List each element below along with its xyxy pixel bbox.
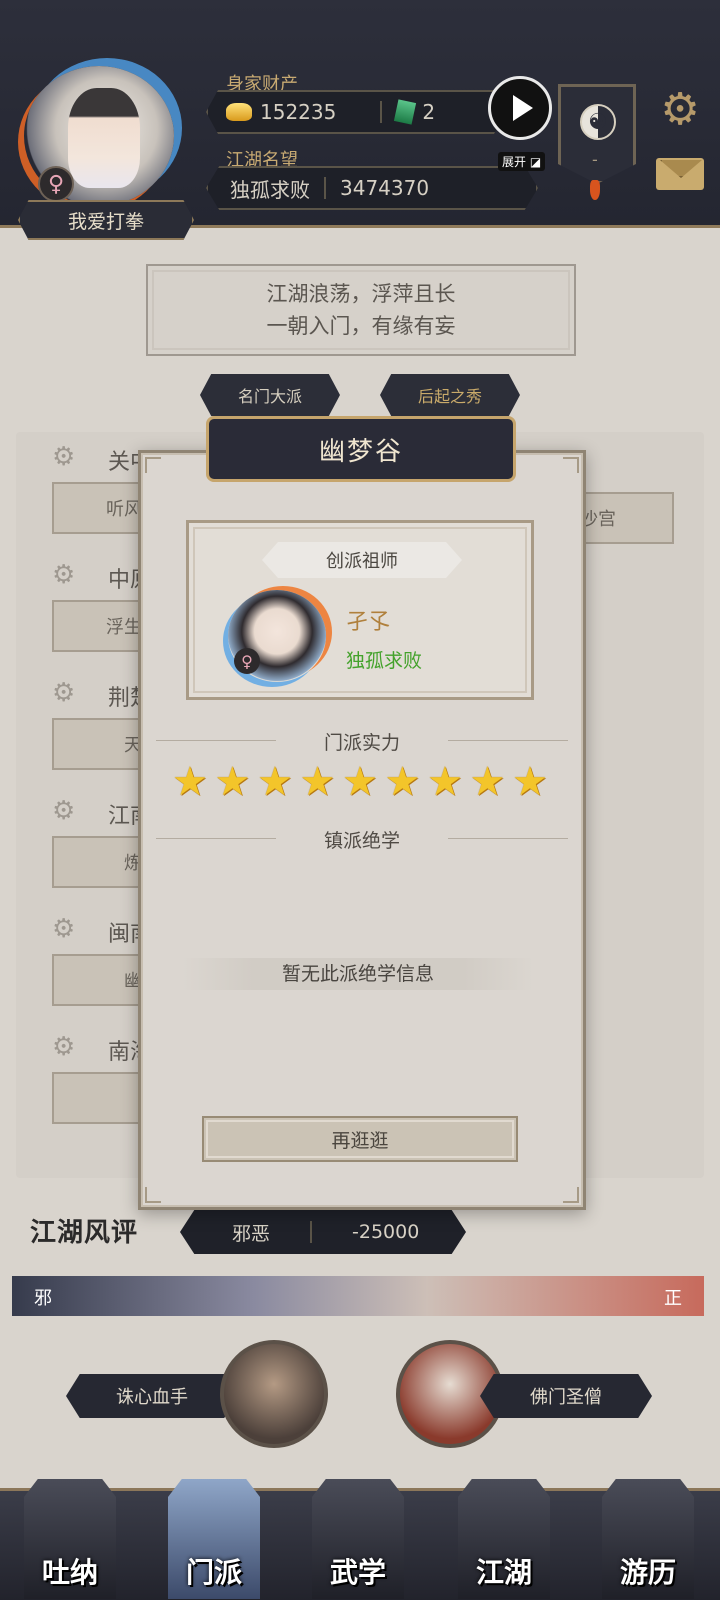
- corner-ornament: [145, 457, 161, 473]
- browse-again-label: 再逛逛: [331, 1129, 389, 1152]
- corner-ornament: [563, 457, 579, 473]
- skill-heading: 镇派绝学: [146, 826, 578, 853]
- female-gender-icon: ♀: [234, 648, 260, 674]
- star-icon: ★: [469, 759, 506, 805]
- star-icon: ★: [512, 759, 548, 805]
- star-icon: ★: [172, 759, 208, 805]
- strength-heading: 门派实力: [146, 728, 578, 755]
- star-icon: ★: [257, 759, 293, 805]
- founder-tag: 创派祖师: [262, 542, 462, 578]
- empty-skill-note: 暂无此派绝学信息: [182, 958, 534, 990]
- corner-ornament: [145, 1187, 161, 1203]
- star-icon: ★: [214, 759, 251, 805]
- browse-again-button[interactable]: 再逛逛: [202, 1116, 518, 1162]
- modal-title: 幽梦谷: [206, 416, 516, 482]
- star-icon: ★: [342, 759, 378, 805]
- founder-name: 孑孓: [346, 610, 391, 635]
- corner-ornament: [563, 1187, 579, 1203]
- star-icon: ★: [299, 759, 336, 805]
- star-icon: ★: [427, 759, 463, 805]
- star-icon: ★: [384, 759, 421, 805]
- strength-stars: ★ ★ ★ ★ ★ ★ ★ ★ ★: [172, 762, 552, 806]
- founder-title: 独孤求败: [346, 650, 423, 672]
